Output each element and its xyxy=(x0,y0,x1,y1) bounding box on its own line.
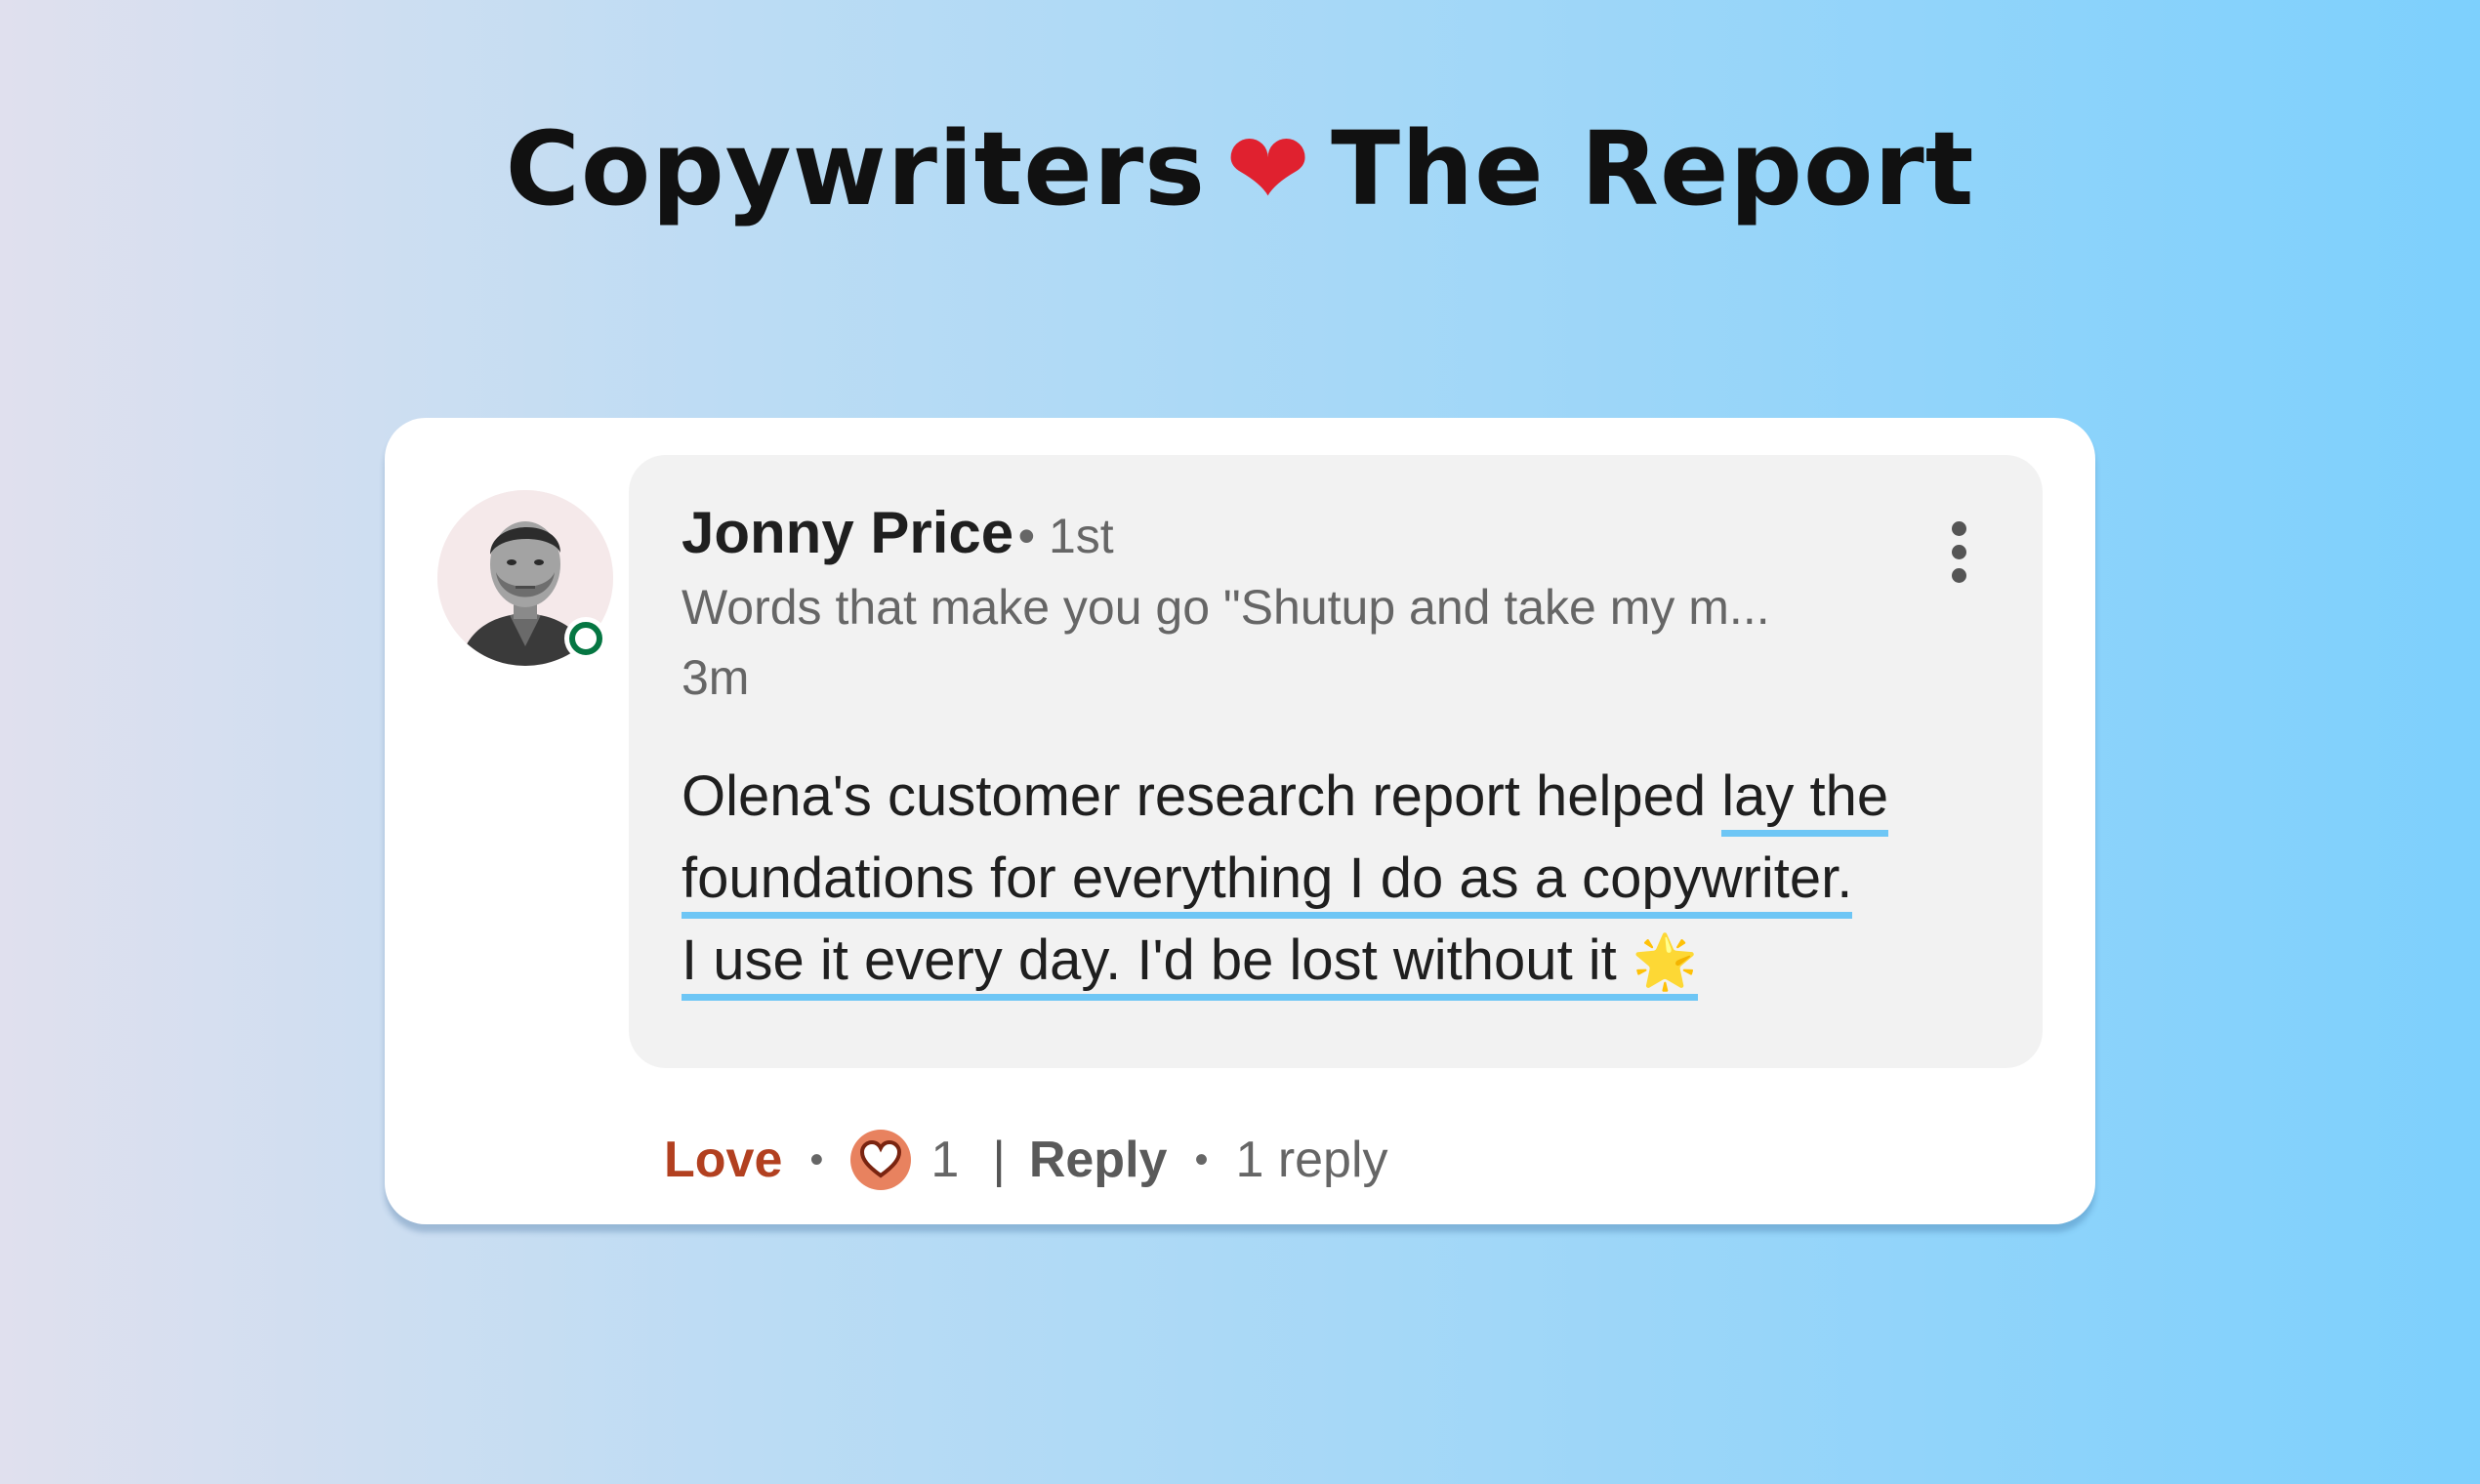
comment-highlight-3-text: I use it every day. I'd be lost without … xyxy=(682,928,1617,992)
comment-card: Jonny Price • 1st Words that make you go… xyxy=(385,418,2095,1224)
glowing-star-icon: 🌟 xyxy=(1632,932,1699,991)
reaction-count[interactable]: 1 xyxy=(930,1131,959,1189)
replies-count-link[interactable]: 1 reply xyxy=(1235,1131,1387,1189)
comment-line-3: I use it every day. I'd be lost without … xyxy=(682,920,1888,1003)
headline-right: The Report xyxy=(1331,109,1975,228)
author-row: Jonny Price • 1st xyxy=(682,500,1114,582)
comment-bubble: Jonny Price • 1st Words that make you go… xyxy=(629,455,2043,1068)
more-options-icon[interactable] xyxy=(1937,514,1980,592)
comment-text: Olena's customer research report helped … xyxy=(682,756,1889,1003)
comment-line-1: Olena's customer research report helped … xyxy=(682,756,1889,838)
online-status-icon xyxy=(564,617,607,660)
separator-dot: • xyxy=(809,1137,824,1181)
love-reaction-icon[interactable] xyxy=(850,1130,912,1190)
divider: | xyxy=(992,1132,1006,1188)
headline-left: Copywriters xyxy=(505,109,1207,228)
comment-actions: Love • 1 | Reply • 1 reply xyxy=(664,1121,1388,1199)
comment-line-2: foundations for everything I do as a cop… xyxy=(682,838,1888,920)
separator-dot-2: • xyxy=(1194,1137,1209,1181)
comment-highlight-3: I use it every day. I'd be lost without … xyxy=(682,928,1699,1001)
comment-timestamp: 3m xyxy=(682,650,750,705)
comment-text-plain: Olena's customer research report helped xyxy=(682,764,1722,828)
love-reaction-button[interactable]: Love xyxy=(664,1131,782,1189)
page-headline: Copywriters ❤ The Report xyxy=(0,105,2480,232)
reply-button[interactable]: Reply xyxy=(1029,1131,1168,1189)
avatar[interactable] xyxy=(437,490,613,666)
author-headline: Words that make you go "Shutup and take … xyxy=(682,580,1770,635)
heart-outline-icon xyxy=(860,1139,902,1178)
comment-highlight-2: foundations for everything I do as a cop… xyxy=(682,846,1853,919)
heart-icon: ❤ xyxy=(1225,109,1312,228)
connection-degree: • 1st xyxy=(1017,509,1114,563)
comment-highlight-1: lay the xyxy=(1721,764,1889,837)
author-name[interactable]: Jonny Price xyxy=(682,500,1013,565)
